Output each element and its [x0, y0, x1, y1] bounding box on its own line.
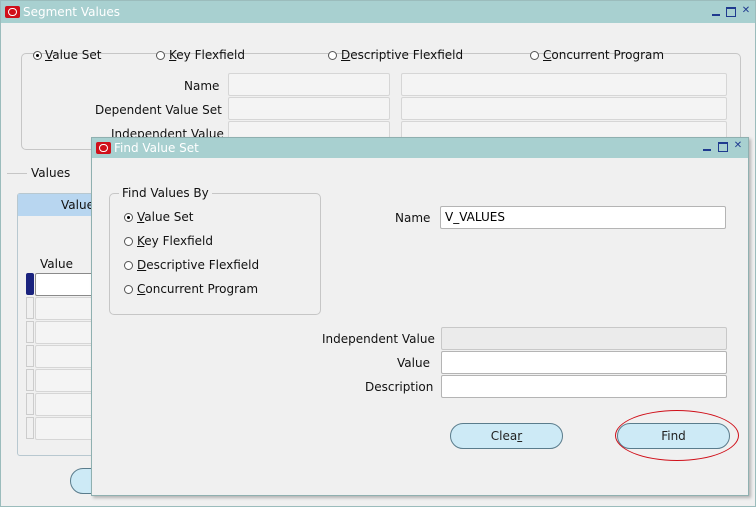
- find-value-set-dialog: Find Value Set ✕ Find Values By Value Se…: [91, 137, 749, 496]
- independent-value-label: Independent Value: [322, 332, 435, 346]
- option-label: alue Set: [144, 210, 194, 224]
- description-label: Description: [365, 380, 434, 394]
- dependent-value-set-label: Dependent Value Set: [95, 103, 222, 117]
- option-label: oncurrent Program: [145, 282, 259, 296]
- close-icon[interactable]: ✕: [733, 141, 743, 151]
- radio-value-set-indicator[interactable]: [33, 51, 42, 60]
- description-input[interactable]: [441, 375, 727, 398]
- name-label: Name: [184, 79, 220, 93]
- value-cell[interactable]: [35, 297, 95, 320]
- option-label: ey Flexfield: [144, 234, 213, 248]
- minimize-icon[interactable]: [702, 142, 712, 152]
- value-column-header: Value: [40, 257, 73, 271]
- find-button-highlight: [615, 410, 739, 461]
- value-cell[interactable]: [35, 369, 95, 392]
- window-title: Segment Values: [23, 5, 121, 19]
- independent-value-input: [441, 327, 727, 350]
- value-cell[interactable]: [35, 417, 95, 440]
- clear-label: Clea: [490, 429, 518, 443]
- find-values-by-title: Find Values By: [119, 186, 212, 200]
- value-input[interactable]: [441, 351, 727, 374]
- radio-key-flexfield-indicator[interactable]: [156, 51, 165, 60]
- row-indicator[interactable]: [26, 345, 34, 367]
- name-input[interactable]: V_VALUES: [440, 206, 726, 229]
- row-indicator[interactable]: [26, 321, 34, 343]
- name-description-field[interactable]: [401, 73, 727, 96]
- value-cell[interactable]: [35, 345, 95, 368]
- option-value-set-indicator[interactable]: [124, 213, 133, 222]
- radio-label: escriptive Flexfield: [350, 48, 464, 62]
- radio-concurrent-program-indicator[interactable]: [530, 51, 539, 60]
- radio-descriptive-flexfield-indicator[interactable]: [328, 51, 337, 60]
- option-descriptive-flexfield-indicator[interactable]: [124, 261, 133, 270]
- name-label: Name: [395, 211, 431, 225]
- clear-label-ul: r: [517, 429, 523, 443]
- radio-label-ul: D: [341, 48, 351, 62]
- radio-label: alue Set: [52, 48, 102, 62]
- values-tab-label: Value: [61, 198, 94, 212]
- row-indicator[interactable]: [26, 417, 34, 439]
- minimize-icon[interactable]: [711, 7, 721, 17]
- row-indicator[interactable]: [26, 393, 34, 415]
- option-label: escriptive Flexfield: [146, 258, 260, 272]
- maximize-icon[interactable]: [718, 142, 728, 152]
- row-indicator[interactable]: [26, 369, 34, 391]
- option-concurrent-program-indicator[interactable]: [124, 285, 133, 294]
- name-input-value: V_VALUES: [445, 210, 505, 224]
- maximize-icon[interactable]: [726, 7, 736, 17]
- dialog-titlebar: Find Value Set ✕: [92, 138, 748, 158]
- values-section-title: Values: [31, 166, 71, 180]
- name-field[interactable]: [228, 73, 390, 96]
- value-cell[interactable]: [35, 273, 95, 296]
- oracle-logo-icon: [5, 6, 20, 18]
- dependent-value-set-description-field[interactable]: [401, 97, 727, 120]
- radio-label: ey Flexfield: [176, 48, 245, 62]
- option-key-flexfield-indicator[interactable]: [124, 237, 133, 246]
- oracle-logo-icon: [96, 142, 111, 154]
- clear-button[interactable]: Clear: [450, 423, 563, 449]
- option-label-ul: D: [137, 258, 147, 272]
- dialog-title: Find Value Set: [114, 141, 199, 155]
- value-cell[interactable]: [35, 393, 95, 416]
- row-indicator-active[interactable]: [26, 273, 34, 295]
- radio-label: oncurrent Program: [551, 48, 665, 62]
- row-indicator[interactable]: [26, 297, 34, 319]
- dependent-value-set-field[interactable]: [228, 97, 390, 120]
- value-cell[interactable]: [35, 321, 95, 344]
- segment-values-titlebar: Segment Values ✕: [1, 1, 755, 23]
- value-label: Value: [397, 356, 430, 370]
- values-section-divider: [7, 173, 27, 174]
- close-icon[interactable]: ✕: [741, 6, 751, 16]
